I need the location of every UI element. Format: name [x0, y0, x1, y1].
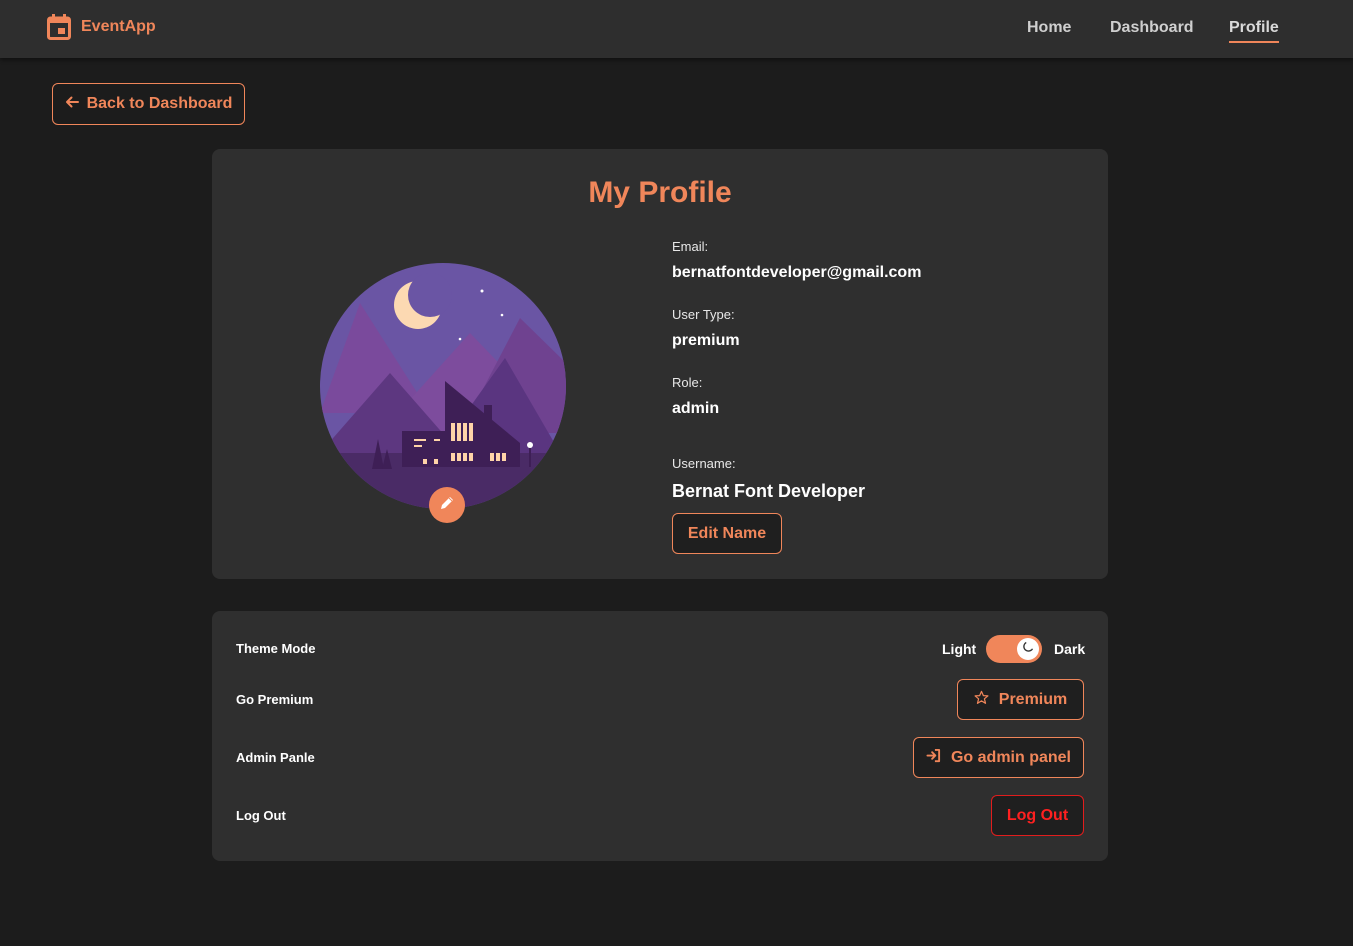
user-type-label: User Type:: [672, 307, 735, 322]
user-type-value: premium: [672, 332, 740, 349]
profile-card: My Profile Email: bernatfontdeveloper@gm…: [212, 149, 1108, 579]
log-out-button[interactable]: Log Out: [991, 795, 1084, 836]
theme-light-label: Light: [942, 641, 977, 657]
arrow-left-icon: [65, 95, 79, 114]
username-label: Username:: [672, 456, 736, 471]
moon-icon: [1022, 640, 1034, 658]
premium-button-label: Premium: [998, 690, 1068, 708]
email-value: bernatfontdeveloper@gmail.com: [672, 264, 922, 281]
top-navbar: EventApp Home Dashboard Profile: [0, 0, 1353, 58]
brand-name: EventApp: [81, 18, 156, 35]
settings-card: Theme Mode Light Dark Go Premium Premium…: [212, 611, 1108, 861]
edit-name-button[interactable]: Edit Name: [672, 513, 782, 554]
log-out-label: Log Out: [236, 808, 286, 823]
edit-avatar-button[interactable]: [429, 487, 465, 523]
theme-mode-label: Theme Mode: [236, 641, 316, 656]
toggle-knob: [1017, 638, 1039, 660]
admin-panel-label: Admin Panle: [236, 750, 315, 765]
role-label: Role:: [672, 375, 703, 390]
nav-link-dashboard[interactable]: Dashboard: [1110, 19, 1194, 37]
brand[interactable]: EventApp: [47, 14, 156, 40]
page-title: My Profile: [588, 176, 732, 209]
calendar-icon: [47, 14, 71, 40]
go-admin-panel-button[interactable]: Go admin panel: [913, 737, 1084, 778]
role-value: admin: [672, 400, 720, 417]
theme-toggle[interactable]: [986, 635, 1042, 663]
back-button-label: Back to Dashboard: [86, 95, 233, 112]
premium-button[interactable]: Premium: [957, 679, 1084, 720]
nav-link-home[interactable]: Home: [1027, 19, 1071, 37]
avatar: [320, 263, 566, 509]
nav-link-profile[interactable]: Profile: [1229, 19, 1279, 43]
theme-dark-label: Dark: [1054, 641, 1086, 657]
star-icon: [974, 690, 989, 710]
email-label: Email:: [672, 239, 709, 254]
sign-in-icon: [926, 748, 941, 768]
go-premium-label: Go Premium: [236, 692, 314, 707]
admin-button-label: Go admin panel: [950, 748, 1071, 766]
back-to-dashboard-button[interactable]: Back to Dashboard: [52, 83, 245, 125]
username-value: Bernat Font Developer: [672, 481, 866, 501]
pencil-icon: [439, 495, 455, 516]
